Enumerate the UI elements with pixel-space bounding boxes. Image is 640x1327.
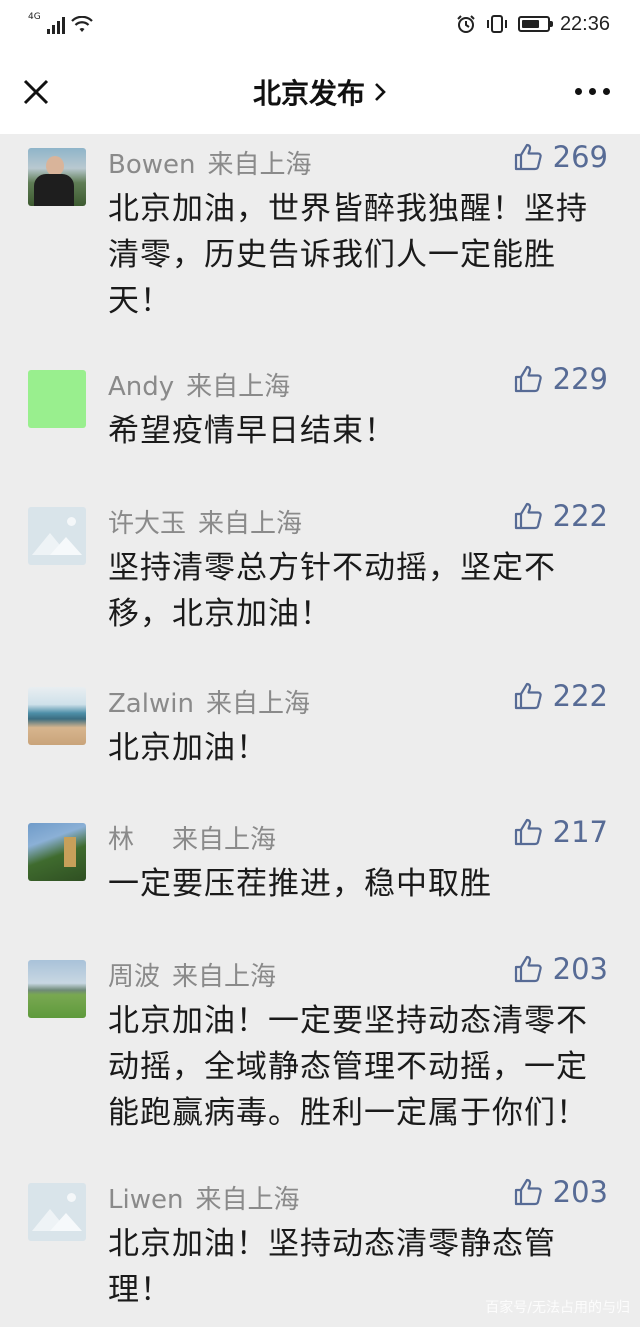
page-title[interactable]: 北京发布 [0,72,640,112]
like-button[interactable]: 222 [513,679,608,713]
author-name: 林 [108,825,135,855]
like-count: 203 [552,952,608,986]
like-button[interactable]: 203 [513,952,608,986]
comment-author: Liwen 来自上海 [108,1179,299,1216]
comment-author: 周波 来自上海 [108,956,276,993]
like-button[interactable]: 203 [513,1175,608,1209]
thumbs-up-icon [514,143,542,171]
author-location: 来自上海 [198,509,303,539]
comment-item: Liwen 来自上海 203 北京加油！坚持动态清零静态管理！ [0,1169,640,1308]
like-count: 229 [552,362,608,396]
thumbs-up-icon [514,1178,542,1206]
clock: 22:36 [559,12,610,35]
like-count: 222 [552,499,608,533]
like-button[interactable]: 222 [513,499,608,533]
author-name: Bowen [108,150,196,180]
comment-item: 林 来自上海 217 一定要压茬推进，稳中取胜 [0,809,640,902]
comment-author: Zalwin 来自上海 [108,683,310,720]
author-location: 来自上海 [172,825,277,855]
battery-icon [517,16,553,32]
chevron-right-icon[interactable] [373,77,387,110]
thumbs-up-icon [514,502,542,530]
author-name: 周波 [108,962,161,992]
comment-text: 一定要压茬推进，稳中取胜 [108,866,492,902]
status-left: 4G [28,12,93,34]
wifi-icon [70,15,93,34]
comment-author: 林 来自上海 [108,819,276,856]
like-button[interactable]: 229 [513,362,608,396]
author-location: 来自上海 [186,372,291,402]
alarm-icon [456,14,476,34]
avatar[interactable] [28,1183,86,1241]
signal-icon [46,16,65,34]
author-location: 来自上海 [207,150,312,180]
avatar[interactable] [28,687,86,745]
comment-item: Bowen 来自上海 269 北京加油，世界皆醉我独醒！坚持清零，历史告诉我们人一… [0,134,640,319]
author-name: Liwen [108,1185,184,1215]
battery-level [521,20,539,28]
status-bar: 4G 22:36 [0,0,640,48]
status-right: 22:36 [456,10,610,38]
thumbs-up-icon [514,682,542,710]
watermark: 百家号/无法占用的与归 [485,1300,630,1316]
like-count: 217 [552,815,608,849]
comment-item: 许大玉 来自上海 222 坚持清零总方针不动摇，坚定不移，北京加油！ [0,493,640,632]
comment-text: 坚持清零总方针不动摇，坚定不移，北京加油！ [108,550,556,632]
comment-author: Andy 来自上海 [108,366,290,403]
like-count: 269 [552,140,608,174]
comment-author: Bowen 来自上海 [108,144,312,181]
comment-text: 北京加油！ [108,730,268,766]
comment-text: 希望疫情早日结束！ [108,413,396,449]
author-location: 来自上海 [172,962,277,992]
avatar[interactable] [28,148,86,206]
thumbs-up-icon [514,955,542,983]
author-location: 来自上海 [195,1185,300,1215]
avatar[interactable] [28,960,86,1018]
thumbs-up-icon [514,365,542,393]
comment-author: 许大玉 来自上海 [108,503,302,540]
like-count: 222 [552,679,608,713]
comment-list: Bowen 来自上海 269 北京加油，世界皆醉我独醒！坚持清零，历史告诉我们人一… [0,134,640,1327]
like-button[interactable]: 269 [513,140,608,174]
avatar[interactable] [28,370,86,428]
avatar[interactable] [28,507,86,565]
comment-text: 北京加油，世界皆醉我独醒！坚持清零，历史告诉我们人一定能胜天！ [108,191,588,319]
comment-text: 北京加油！一定要坚持动态清零不动摇，全域静态管理不动摇，一定能跑赢病毒。胜利一定… [108,1003,588,1131]
nav-bar: 北京发布 [0,48,640,134]
like-button[interactable]: 217 [513,815,608,849]
author-name: Andy [108,372,175,402]
like-count: 203 [552,1175,608,1209]
avatar[interactable] [28,823,86,881]
more-icon[interactable] [575,88,610,95]
page-title-text[interactable]: 北京发布 [253,77,365,110]
thumbs-up-icon [514,818,542,846]
author-name: Zalwin [108,689,194,719]
network-type: 4G [28,12,41,22]
author-name: 许大玉 [108,509,187,539]
author-location: 来自上海 [205,689,310,719]
vibrate-icon [486,14,508,34]
